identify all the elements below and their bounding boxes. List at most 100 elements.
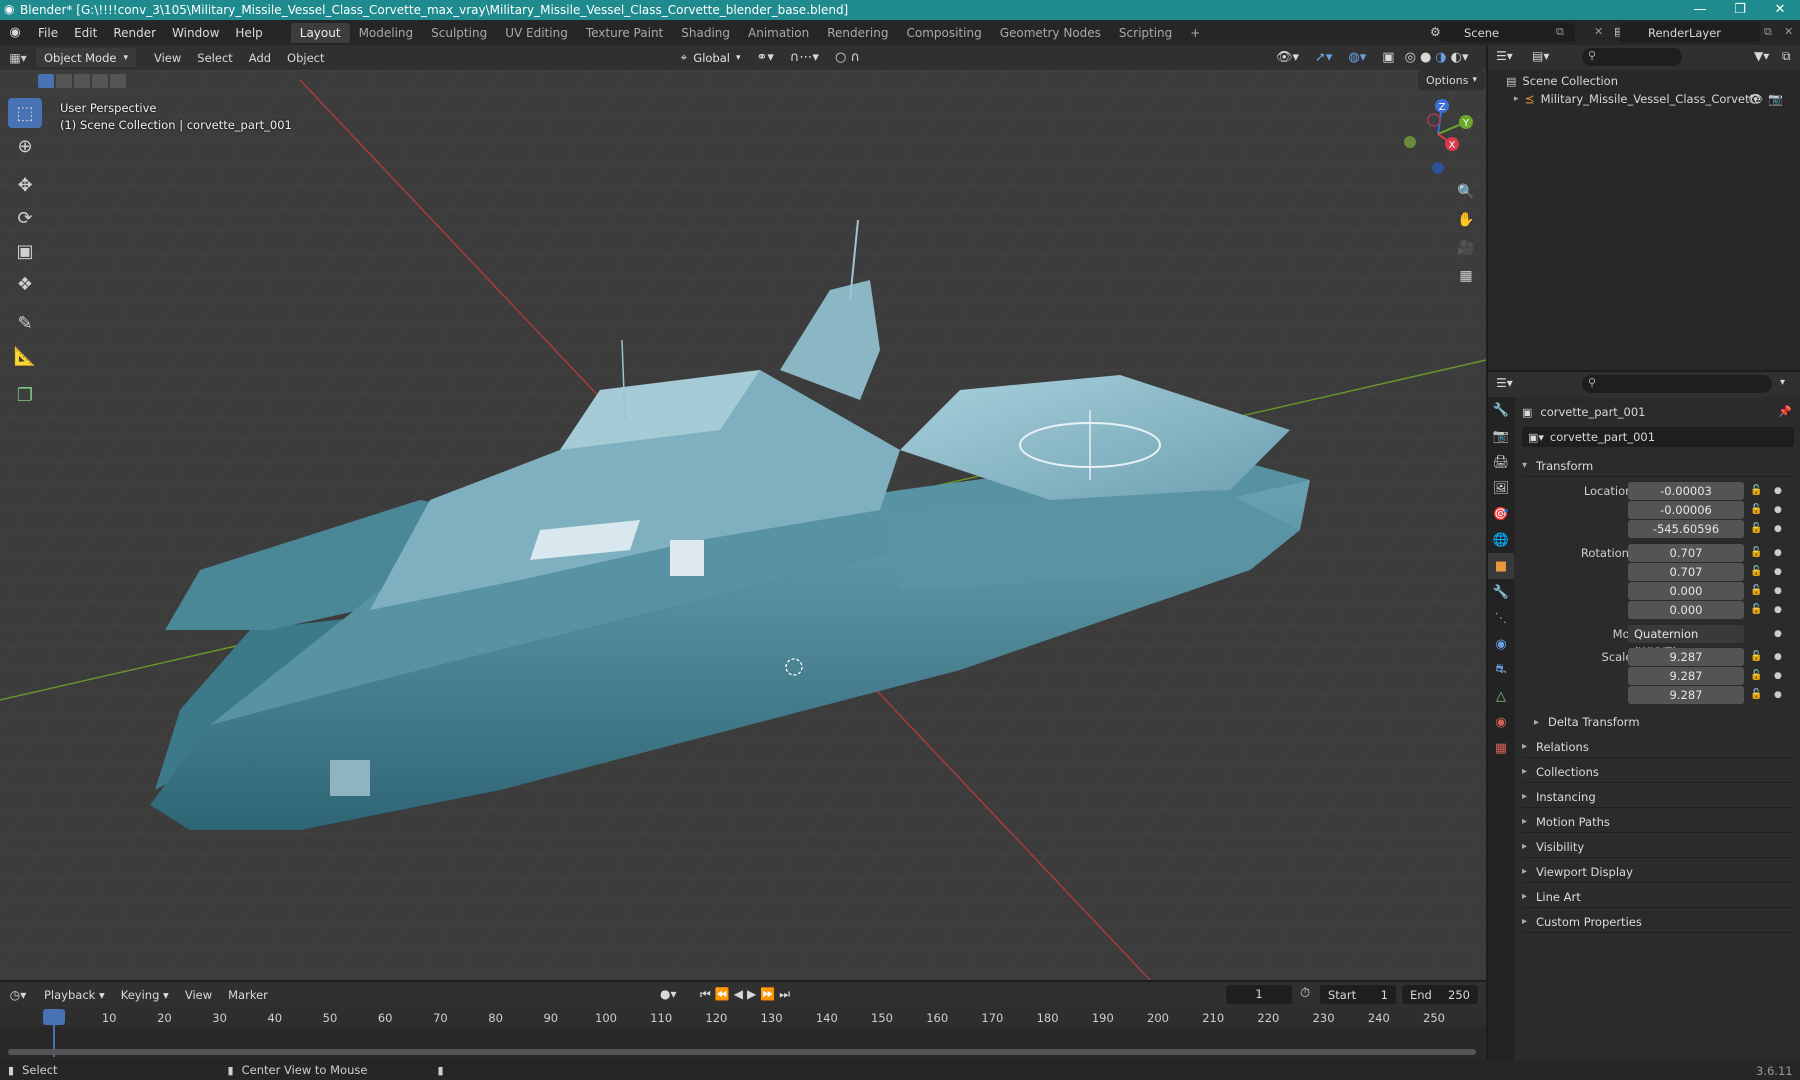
display-mode-icon[interactable]: ▤▾ [1532, 49, 1549, 63]
collections-section[interactable]: ▸ Collections [1522, 761, 1792, 783]
end-frame-field[interactable]: End 250 [1402, 985, 1478, 1004]
outliner-editor-type-icon[interactable]: ☰▾ [1496, 49, 1513, 63]
gizmo-neg-z-axis[interactable] [1432, 162, 1444, 174]
keyframe-dot-icon[interactable]: ● [1774, 505, 1782, 515]
delete-view-layer-icon[interactable]: ✕ [1784, 25, 1793, 38]
rotation-z-field[interactable]: 0.000 [1628, 600, 1744, 619]
pin-icon[interactable]: 📌 [1778, 405, 1792, 418]
select-extend-icon[interactable] [56, 74, 72, 88]
motion-paths-section[interactable]: ▸ Motion Paths [1522, 811, 1792, 833]
outliner-item[interactable]: ▸ ⪯ Military_Missile_Vessel_Class_Corvet… [1514, 92, 1798, 106]
visibility-icon[interactable]: 👁▾ [1268, 50, 1307, 65]
modifier-tab-icon[interactable]: 🔧 [1488, 579, 1514, 605]
object-tab-icon[interactable]: ■ [1488, 553, 1514, 579]
play-icon[interactable]: ▶ [747, 987, 760, 1001]
instancing-section[interactable]: ▸ Instancing [1522, 786, 1792, 808]
output-tab-icon[interactable]: 🖨 [1488, 449, 1514, 475]
lock-icon[interactable]: 🔓 [1750, 485, 1762, 496]
menu-keying[interactable]: Keying ▾ [113, 988, 177, 1002]
particles-tab-icon[interactable]: ⋱ [1488, 605, 1514, 631]
solid-shading-icon[interactable]: ● [1418, 50, 1433, 65]
constraints-tab-icon[interactable]: ⛐ [1488, 657, 1514, 683]
navigation-gizmo[interactable]: Z Y X [1396, 92, 1480, 176]
data-tab-icon[interactable]: △ [1488, 683, 1514, 709]
viewport-display-section[interactable]: ▸ Viewport Display [1522, 861, 1792, 883]
menu-window[interactable]: Window [164, 26, 227, 40]
pivot-point-icon[interactable]: ⚭▾ [749, 50, 782, 65]
keyframe-dot-icon[interactable]: ● [1774, 629, 1782, 639]
relations-section[interactable]: ▸ Relations [1522, 736, 1792, 758]
keyframe-dot-icon[interactable]: ● [1774, 586, 1782, 596]
snap-icon[interactable]: ∩⋯▾ [782, 50, 827, 65]
expand-arrow-icon[interactable]: ▸ [1514, 94, 1519, 104]
keyframe-dot-icon[interactable]: ● [1774, 671, 1782, 681]
wireframe-shading-icon[interactable]: ◎ [1403, 50, 1418, 65]
record-icon[interactable]: ●▾ [660, 987, 677, 1001]
rotation-y-field[interactable]: 0.000 [1628, 581, 1744, 600]
properties-search-input[interactable]: ⚲ [1582, 375, 1772, 393]
gizmo-toggle-icon[interactable]: ➚▾ [1307, 50, 1340, 65]
menu-select[interactable]: Select [189, 51, 240, 65]
material-shading-icon[interactable]: ◑ [1433, 50, 1448, 65]
menu-add[interactable]: Add [241, 51, 279, 65]
scale-z-field[interactable]: 9.287 [1628, 685, 1744, 704]
timeline-scrollbar[interactable] [8, 1049, 1476, 1055]
tab-layout[interactable]: Layout [290, 22, 350, 43]
prev-keyframe-icon[interactable]: ⏪ [715, 987, 734, 1001]
tab-uv-editing[interactable]: UV Editing [496, 23, 577, 43]
keyframe-dot-icon[interactable]: ● [1774, 524, 1782, 534]
location-x-field[interactable]: -0.00003 [1628, 481, 1744, 500]
start-frame-field[interactable]: Start 1 [1320, 985, 1396, 1004]
transform-section-header[interactable]: ▾ Transform [1522, 455, 1792, 477]
frame-ruler[interactable]: 1102030405060708090100110120130140150160… [0, 1007, 1486, 1027]
menu-playback[interactable]: Playback ▾ [36, 988, 113, 1002]
tab-scripting[interactable]: Scripting [1110, 23, 1181, 43]
add-workspace-button[interactable]: + [1181, 23, 1209, 43]
jump-start-icon[interactable]: ⏮ [700, 987, 715, 1001]
tab-rendering[interactable]: Rendering [818, 23, 897, 43]
viewport-scene[interactable] [0, 70, 1486, 980]
select-new-icon[interactable] [38, 74, 54, 88]
perspective-toggle-icon[interactable]: ▦ [1454, 264, 1478, 288]
play-reverse-icon[interactable]: ◀ [734, 987, 747, 1001]
xray-toggle-icon[interactable]: ▣ [1374, 50, 1402, 65]
gizmo-neg-x-axis[interactable] [1427, 113, 1441, 127]
minimize-button[interactable]: — [1680, 0, 1720, 20]
editor-type-icon[interactable]: ▦▾ [0, 51, 36, 65]
next-keyframe-icon[interactable]: ⏩ [760, 987, 779, 1001]
3d-viewport[interactable]: User Perspective (1) Scene Collection | … [0, 70, 1486, 980]
select-subtract-icon[interactable] [74, 74, 90, 88]
tab-texture-paint[interactable]: Texture Paint [577, 23, 672, 43]
lock-icon[interactable]: 🔓 [1750, 651, 1762, 662]
lock-icon[interactable]: 🔓 [1750, 566, 1762, 577]
tab-sculpting[interactable]: Sculpting [422, 23, 496, 43]
tab-shading[interactable]: Shading [672, 23, 739, 43]
tab-animation[interactable]: Animation [739, 23, 818, 43]
keyframe-dot-icon[interactable]: ● [1774, 548, 1782, 558]
blender-menu-icon[interactable]: ◉ [0, 25, 30, 40]
render-layer-selector[interactable]: RenderLayer [1620, 23, 1760, 42]
rendered-shading-icon[interactable]: ◐▾ [1449, 50, 1471, 65]
overlay-toggle-icon[interactable]: ◍▾ [1340, 50, 1374, 65]
select-invert-icon[interactable] [92, 74, 108, 88]
keyframe-dot-icon[interactable]: ● [1774, 605, 1782, 615]
delta-transform-section[interactable]: ▸ Delta Transform [1534, 711, 1792, 733]
new-collection-icon[interactable]: ⧉ [1782, 49, 1791, 64]
visibility-section[interactable]: ▸ Visibility [1522, 836, 1792, 858]
current-frame-field[interactable]: 1 [1226, 985, 1292, 1004]
line-art-section[interactable]: ▸ Line Art [1522, 886, 1792, 908]
menu-help[interactable]: Help [227, 26, 270, 40]
new-view-layer-icon[interactable]: ⧉ [1764, 25, 1772, 39]
filter-icon[interactable]: ▼▾ [1754, 49, 1769, 63]
keyframe-dot-icon[interactable]: ● [1774, 652, 1782, 662]
lock-icon[interactable]: 🔓 [1750, 523, 1762, 534]
menu-marker[interactable]: Marker [220, 988, 276, 1002]
location-y-field[interactable]: -0.00006 [1628, 500, 1744, 519]
texture-tab-icon[interactable]: ▦ [1488, 735, 1514, 761]
lock-icon[interactable]: 🔓 [1750, 504, 1762, 515]
custom-properties-section[interactable]: ▸ Custom Properties [1522, 911, 1792, 933]
physics-tab-icon[interactable]: ◉ [1488, 631, 1514, 657]
visibility-eye-icon[interactable]: 👁 [1748, 92, 1763, 106]
outliner-root-row[interactable]: ▤ Scene Collection [1506, 74, 1618, 88]
timeline[interactable]: 1102030405060708090100110120130140150160… [0, 1007, 1486, 1060]
